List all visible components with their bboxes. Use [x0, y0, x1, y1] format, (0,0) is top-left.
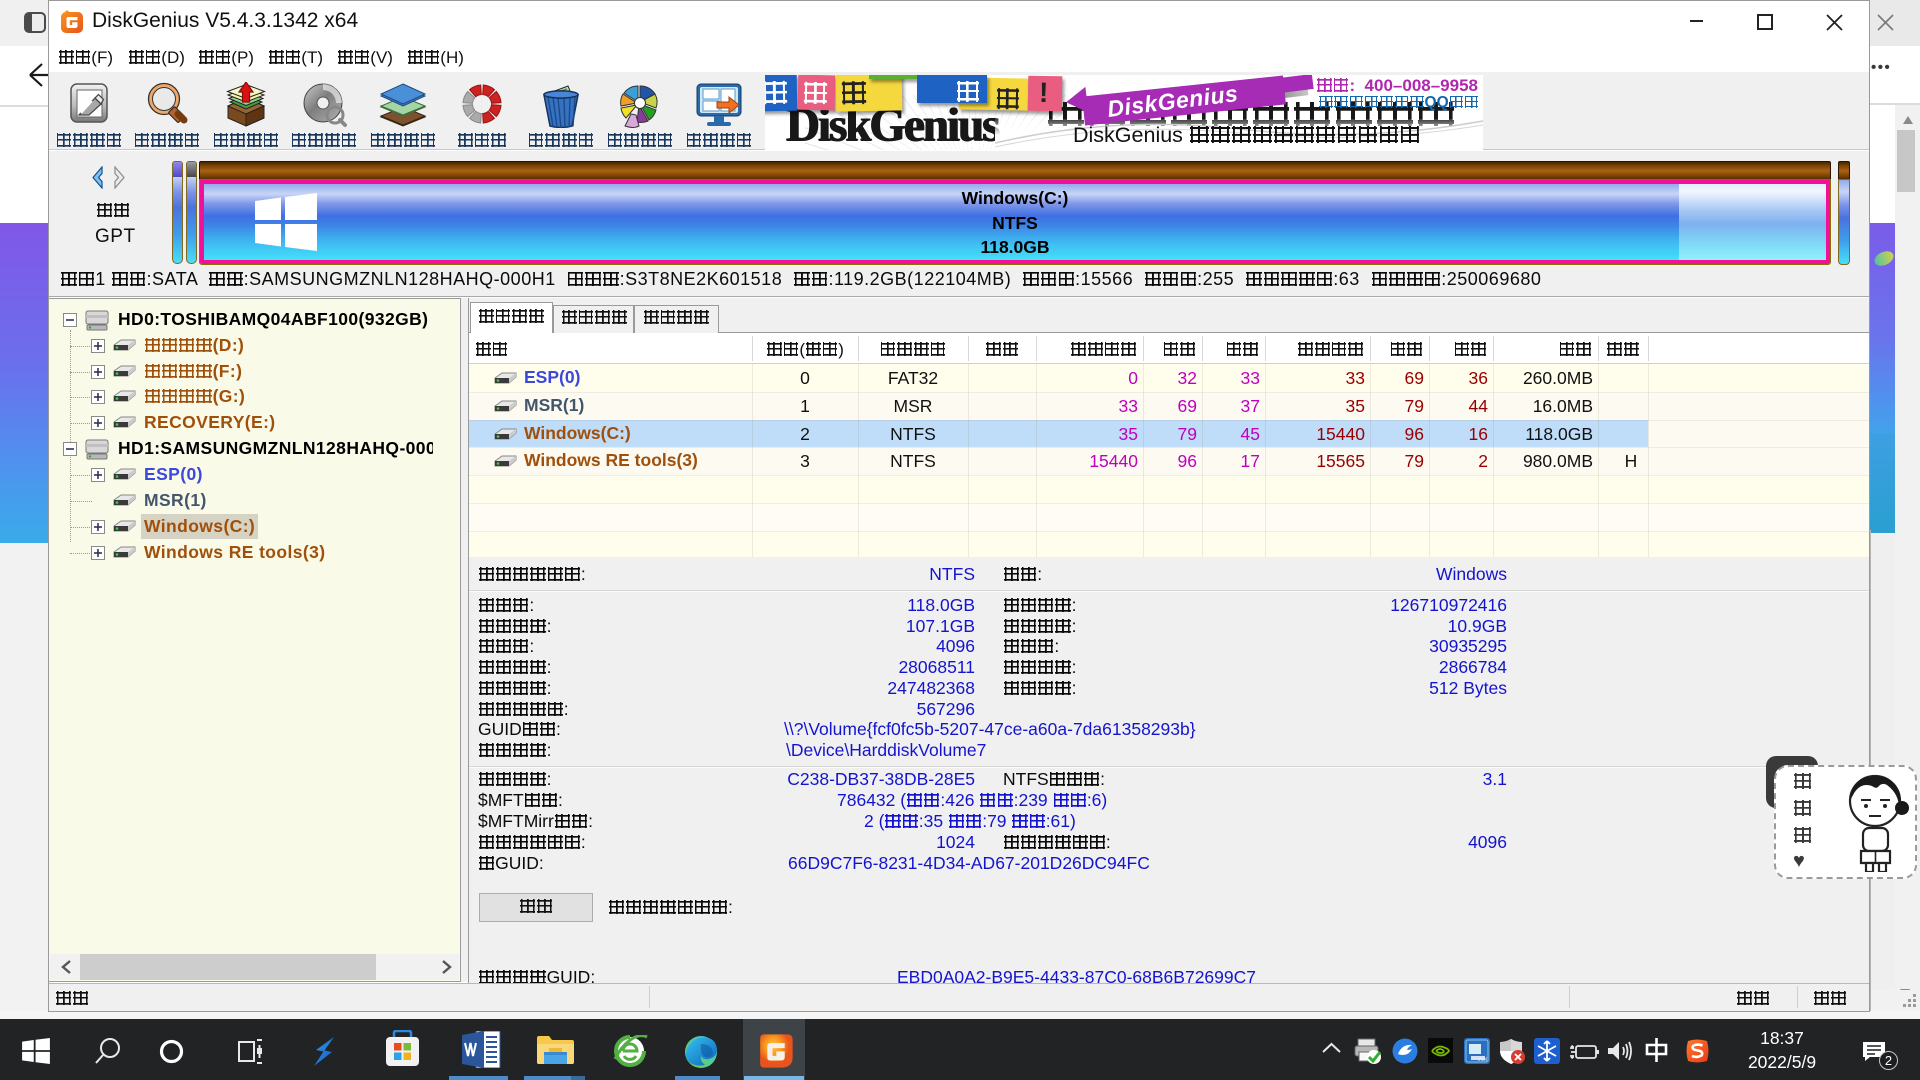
- svg-text:intel: intel: [1478, 1057, 1487, 1063]
